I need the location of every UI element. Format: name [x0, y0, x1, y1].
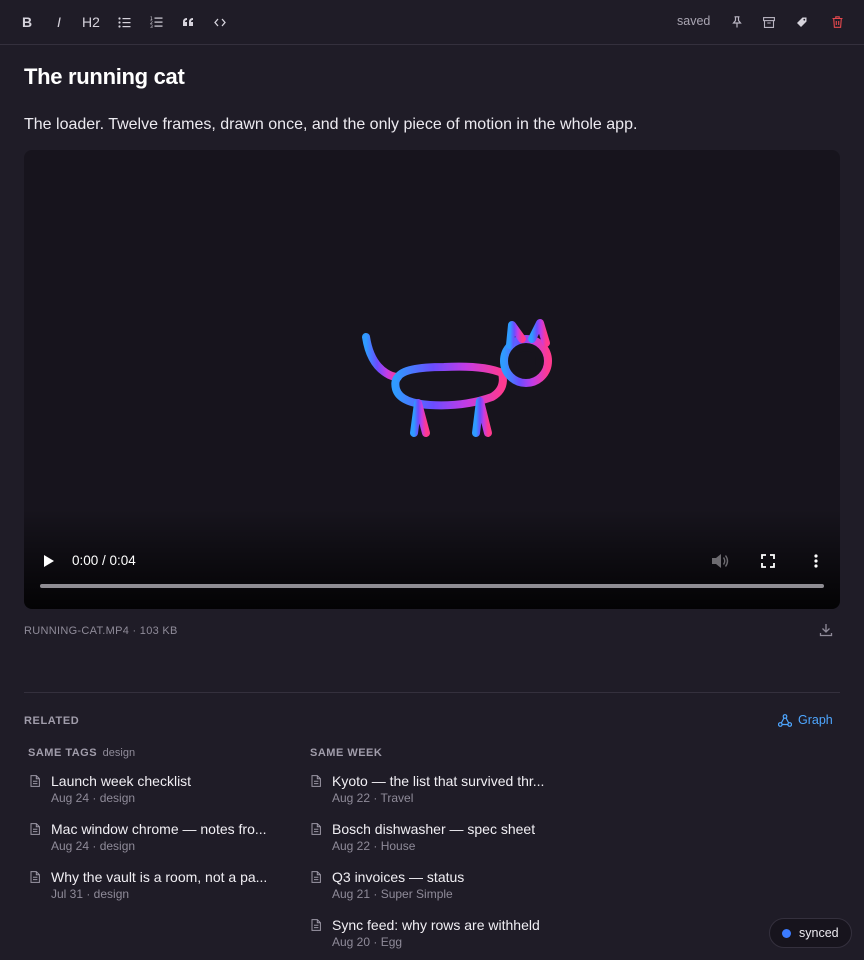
- tag-button[interactable]: [795, 12, 809, 32]
- play-icon: [44, 555, 54, 567]
- fullscreen-icon: [761, 554, 775, 568]
- more-vertical-icon: [814, 554, 818, 568]
- mute-button[interactable]: [710, 552, 730, 570]
- code-button[interactable]: [213, 12, 227, 32]
- fullscreen-button[interactable]: [759, 552, 777, 570]
- quote-button[interactable]: [181, 12, 195, 32]
- delete-button[interactable]: [830, 12, 844, 32]
- download-button[interactable]: [819, 623, 833, 642]
- numbered-list-button[interactable]: 1 2 3: [149, 12, 163, 32]
- document-icon: [311, 774, 321, 792]
- related-note-meta: Aug 24 · design: [51, 791, 136, 805]
- graph-label: Graph: [798, 713, 833, 727]
- heading-button[interactable]: H2: [80, 12, 102, 32]
- related-note-title: Mac window chrome — notes fro...: [51, 821, 267, 837]
- related-note-item[interactable]: Bosch dishwasher — spec sheet Aug 22 · Ho…: [311, 821, 571, 861]
- related-note-item[interactable]: Q3 invoices — status Aug 21 · Super Simpl…: [311, 869, 571, 909]
- page-title[interactable]: The running cat: [24, 64, 185, 90]
- related-note-title: Q3 invoices — status: [332, 869, 465, 885]
- related-note-meta: Aug 24 · design: [51, 839, 136, 853]
- section-divider: [24, 692, 840, 693]
- quote-icon: [182, 18, 193, 26]
- sync-label: synced: [799, 926, 839, 940]
- graph-button[interactable]: Graph: [778, 713, 833, 727]
- same-week-heading: SAME WEEK: [310, 747, 382, 759]
- related-note-title: Launch week checklist: [51, 773, 192, 789]
- related-note-item[interactable]: Launch week checklist Aug 24 · design: [30, 773, 290, 813]
- note-intro-text[interactable]: The loader. Twelve frames, drawn once, a…: [24, 116, 637, 134]
- related-note-title: Sync feed: why rows are withheld: [332, 917, 540, 933]
- pin-icon: [732, 16, 742, 28]
- video-progress-bar[interactable]: [40, 584, 824, 588]
- trash-icon: [832, 16, 842, 28]
- download-icon: [819, 624, 833, 637]
- numbered-list-icon: 1 2 3: [150, 16, 162, 28]
- bullet-list-icon: [117, 16, 130, 28]
- code-icon: [214, 18, 226, 26]
- video-file-meta: RUNNING-CAT.MP4 · 103 KB: [24, 625, 178, 637]
- related-note-item[interactable]: Mac window chrome — notes fro... Aug 24 ·…: [30, 821, 290, 861]
- volume-icon: [712, 554, 729, 568]
- editor-toolbar: B I H2 1 2 3 saved: [0, 0, 864, 45]
- related-note-meta: Aug 22 · Travel: [332, 791, 414, 805]
- related-note-meta: Aug 22 · House: [332, 839, 416, 853]
- related-note-title: Why the vault is a room, not a pa...: [51, 869, 268, 885]
- svg-text:3: 3: [150, 24, 153, 28]
- save-status: saved: [677, 14, 711, 28]
- related-note-meta: Aug 21 · Super Simple: [332, 887, 453, 901]
- archive-button[interactable]: [762, 12, 776, 32]
- related-note-item[interactable]: Kyoto — the list that survived thr... Aug…: [311, 773, 571, 813]
- sync-dot: [782, 928, 791, 938]
- tag-icon: [797, 17, 807, 27]
- same-tags-tag: design: [102, 747, 136, 759]
- graph-icon: [778, 713, 792, 727]
- video-time: 0:00 / 0:04: [72, 553, 136, 568]
- archive-icon: [763, 16, 775, 28]
- document-icon: [30, 822, 40, 840]
- pin-button[interactable]: [730, 12, 744, 32]
- related-heading: RELATED: [24, 715, 80, 727]
- running-cat-illustration: [362, 319, 560, 437]
- document-icon: [311, 822, 321, 840]
- related-note-meta: Jul 31 · design: [51, 887, 130, 901]
- document-icon: [311, 870, 321, 888]
- sync-status-badge[interactable]: synced: [769, 918, 852, 948]
- bold-button[interactable]: B: [20, 12, 34, 32]
- same-tags-heading: SAME TAGS design: [28, 747, 135, 759]
- related-note-title: Kyoto — the list that survived thr...: [332, 773, 545, 789]
- play-button[interactable]: [40, 552, 58, 570]
- video-player[interactable]: 0:00 / 0:04: [24, 150, 840, 609]
- italic-button[interactable]: I: [52, 12, 66, 32]
- bullet-list-button[interactable]: [117, 12, 131, 32]
- related-note-item[interactable]: Sync feed: why rows are withheld Aug 20 ·…: [311, 917, 571, 957]
- more-options-button[interactable]: [807, 552, 825, 570]
- document-icon: [311, 918, 321, 936]
- same-tags-label: SAME TAGS: [28, 747, 98, 759]
- related-note-meta: Aug 20 · Egg: [332, 935, 403, 949]
- document-icon: [30, 870, 40, 888]
- same-week-label: SAME WEEK: [310, 747, 383, 759]
- related-note-item[interactable]: Why the vault is a room, not a pa... Jul …: [30, 869, 290, 909]
- document-icon: [30, 774, 40, 792]
- related-note-title: Bosch dishwasher — spec sheet: [332, 821, 536, 837]
